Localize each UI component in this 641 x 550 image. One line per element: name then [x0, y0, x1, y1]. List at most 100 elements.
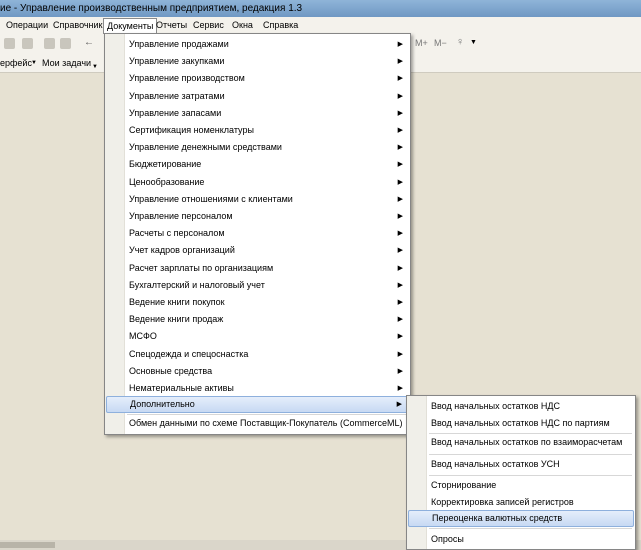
menu-separator	[429, 528, 632, 529]
submenu-arrow-icon: ▶	[396, 401, 402, 408]
menu-operations[interactable]: Операции	[3, 17, 51, 34]
submenu-arrow-icon: ▶	[397, 92, 403, 100]
documents-menu-item[interactable]: МСФО ▶	[106, 328, 409, 345]
menu-item-label: Расчеты с персоналом	[129, 228, 225, 239]
menu-item-label: Спецодежда и спецоснастка	[129, 348, 249, 359]
submenu-arrow-icon: ▶	[397, 41, 403, 48]
menu-item-label: Переоценка валютных средств	[432, 513, 563, 523]
menu-separator	[127, 414, 407, 415]
chevron-down-icon[interactable]: ▼	[470, 39, 477, 46]
documents-menu-item[interactable]: Ведение книги покупок ▶	[106, 294, 409, 311]
documents-menu-item[interactable]: Управление затратами ▶	[106, 88, 409, 105]
submenu-arrow-icon: ▶	[397, 264, 403, 272]
menu-catalogs[interactable]: Справочники	[50, 17, 111, 34]
submenu-arrow-icon: ▶	[397, 350, 403, 358]
documents-menu-item[interactable]: Спецодежда и спецоснастка ▶	[106, 346, 409, 363]
menu-item-label: Управление отношениями с клиентами	[129, 193, 293, 204]
documents-menu: Управление продажами ▶ Управление закупкам…	[104, 33, 411, 435]
menu-item-label: Управление затратами	[129, 90, 225, 101]
submenu-item[interactable]: Корректировка записей регистров	[408, 494, 634, 511]
scrollbar-thumb[interactable]	[0, 542, 55, 548]
my-tasks-button[interactable]: Мои задачи	[42, 54, 91, 72]
submenu-arrow-icon: ▶	[397, 230, 403, 238]
submenu-item[interactable]: Ввод начальных остатков НДС	[408, 398, 634, 415]
menu-item-label: Управление персоналом	[129, 211, 233, 221]
additional-submenu: Ввод начальных остатков НДС Ввод начальны…	[406, 395, 636, 550]
documents-menu-item[interactable]: Сертификация номенклатуры ▶	[106, 122, 409, 139]
submenu-item[interactable]: Опросы	[408, 531, 634, 548]
menu-windows[interactable]: Окна	[229, 17, 256, 34]
documents-menu-item[interactable]: Нематериальные активы ▶	[106, 380, 409, 397]
menu-separator	[429, 433, 632, 434]
menu-item-label: Бухгалтерский и налоговый учет	[129, 279, 265, 290]
documents-menu-item[interactable]: Расчеты с персоналом ▶	[106, 225, 409, 242]
submenu-arrow-icon: ▶	[397, 367, 403, 375]
preview-icon[interactable]	[60, 38, 71, 49]
submenu-arrow-icon: ▶	[397, 333, 403, 341]
menu-item-label: Сторнирование	[431, 480, 497, 490]
interface-button[interactable]: ерфейс	[0, 54, 32, 72]
documents-menu-item[interactable]: Управление отношениями с клиентами ▶	[106, 191, 409, 208]
menu-item-label: Сертификация номенклатуры	[129, 125, 254, 135]
documents-menu-item[interactable]: Бухгалтерский и налоговый учет ▶	[106, 277, 409, 294]
menu-item-label: Ведение книги покупок	[129, 297, 225, 307]
menu-item-label: Управление производством	[129, 73, 245, 84]
submenu-item[interactable]: Ввод начальных остатков НДС по партиям	[408, 415, 634, 432]
menu-item-label: Корректировка записей регистров	[431, 497, 574, 507]
chevron-down-icon: ▼	[31, 60, 37, 66]
submenu-arrow-icon: ▶	[397, 144, 403, 152]
menu-item-label: Учет кадров организаций	[129, 245, 235, 256]
menu-item-label: Обмен данными по схеме Поставщик-Покупат…	[129, 418, 403, 428]
documents-menu-item[interactable]: Управление продажами ▶	[106, 36, 409, 53]
documents-menu-item[interactable]: Ценообразование ▶	[106, 174, 409, 191]
menu-service[interactable]: Сервис	[190, 17, 227, 34]
submenu-arrow-icon: ▶	[397, 195, 403, 203]
menu-separator	[429, 454, 632, 455]
tips-icon[interactable]: ♀	[456, 36, 464, 48]
menu-reports[interactable]: Отчеты	[153, 17, 190, 34]
menu-item-label: Основные средства	[129, 365, 213, 376]
menu-item-label: Ценообразование	[129, 176, 205, 187]
menu-item-label: Дополнительно	[130, 399, 195, 409]
documents-menu-item[interactable]: Дополнительно ▶	[106, 396, 409, 413]
menu-separator	[429, 475, 632, 476]
submenu-arrow-icon: ▶	[397, 109, 403, 117]
menu-item-label: Ведение книги продаж	[129, 314, 224, 325]
menu-item-label: Ввод начальных остатков по взаиморасчета…	[431, 437, 623, 447]
menu-item-label: Ввод начальных остатков НДС по партиям	[431, 418, 610, 428]
submenu-item[interactable]: Переоценка валютных средств	[408, 510, 634, 527]
submenu-arrow-icon: ▶	[397, 299, 403, 306]
paste-icon[interactable]	[22, 38, 33, 49]
menu-documents[interactable]: Документы	[103, 18, 158, 34]
title-bar: ие - Управление производственным предпри…	[0, 0, 641, 17]
documents-menu-item[interactable]: Бюджетирование ▶	[106, 156, 409, 173]
menu-item-label: Ввод начальных остатков УСН	[431, 459, 560, 469]
copy-icon[interactable]	[4, 38, 15, 49]
print-icon[interactable]	[44, 38, 55, 49]
menu-item-label: Управление закупками	[129, 56, 225, 67]
documents-menu-item[interactable]: Ведение книги продаж ▶	[106, 311, 409, 328]
memory-minus-button[interactable]: M−	[434, 38, 447, 48]
menu-item-label: Управление денежными средствами	[129, 142, 282, 153]
menu-item-label: Ввод начальных остатков НДС	[431, 401, 560, 411]
menu-help[interactable]: Справка	[260, 17, 301, 34]
documents-menu-item[interactable]: Основные средства ▶	[106, 363, 409, 380]
submenu-item[interactable]: Сторнирование	[408, 477, 634, 494]
documents-menu-item[interactable]: Управление запасами ▶	[106, 105, 409, 122]
documents-menu-item[interactable]: Управление персоналом ▶	[106, 208, 409, 225]
menu-item-label: Управление продажами	[129, 39, 229, 49]
submenu-arrow-icon: ▶	[397, 127, 403, 134]
back-icon[interactable]: ←	[84, 37, 94, 48]
submenu-arrow-icon: ▶	[397, 178, 403, 186]
memory-plus-button[interactable]: M+	[415, 38, 428, 48]
submenu-item[interactable]: Ввод начальных остатков УСН	[408, 456, 634, 473]
documents-menu-item[interactable]: Обмен данными по схеме Поставщик-Покупат…	[106, 415, 409, 432]
documents-menu-item[interactable]: Управление денежными средствами ▶	[106, 139, 409, 156]
documents-menu-item[interactable]: Управление производством ▶	[106, 70, 409, 87]
submenu-item[interactable]: Ввод начальных остатков по взаиморасчета…	[408, 434, 634, 451]
documents-menu-item[interactable]: Расчет зарплаты по организациям ▶	[106, 260, 409, 277]
menu-item-label: МСФО	[129, 331, 157, 342]
window-title: ие - Управление производственным предпри…	[0, 3, 303, 14]
documents-menu-item[interactable]: Управление закупками ▶	[106, 53, 409, 70]
documents-menu-item[interactable]: Учет кадров организаций ▶	[106, 242, 409, 259]
